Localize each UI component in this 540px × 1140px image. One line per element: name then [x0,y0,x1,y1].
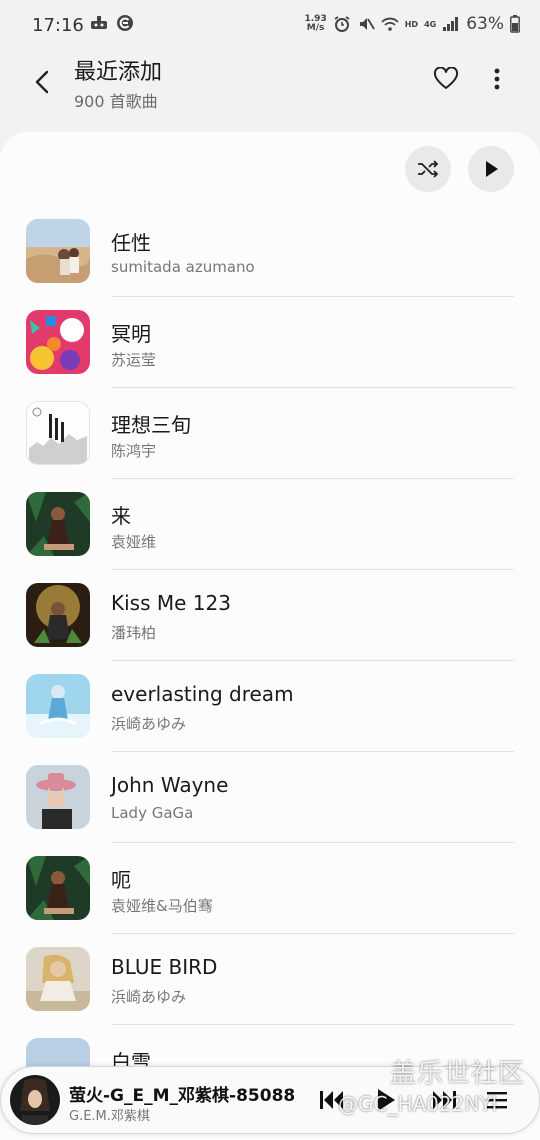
song-list-card: 任性 sumitada azumano 冥明 苏运莹 理想三旬 陈鸿宇 来 袁娅… [0,132,540,1140]
divider [111,478,514,479]
song-artist: 袁娅维 [111,533,157,551]
divider [111,842,514,843]
status-notification-icons [90,14,134,32]
album-art [26,310,90,374]
song-artist: 潘玮柏 [111,624,157,642]
wifi-icon [381,17,399,31]
now-playing-title: 萤火-G_E_M_邓紫棋-85088 [69,1086,294,1106]
network-speed-unit: M/s [306,23,325,33]
battery-icon [510,15,520,33]
song-title: 理想三旬 [111,413,191,437]
album-art [26,856,90,920]
song-artist: 袁娅维&马伯骞 [111,897,213,915]
album-art [26,583,90,647]
song-title: 任性 [111,231,151,255]
game-controller-icon [91,16,107,29]
watermark-community: 盖乐世社区 [390,1059,526,1089]
now-playing-artist: G.E.M.邓紫棋 [69,1109,150,1124]
watermark-user: @GC_HA022NYI [338,1092,498,1116]
status-bar: 17:16 1.93 M/s HD 4G 63% [0,0,540,52]
back-button[interactable] [24,64,60,100]
heart-icon [433,67,459,89]
status-system-icons: 1.93 M/s HD 4G 63% [305,14,521,34]
song-artist: 苏运莹 [111,351,157,369]
song-artist: Lady GaGa [111,804,194,822]
app-logo-icon [117,15,133,31]
signal-icon [443,17,459,31]
song-artist: 浜崎あゆみ [111,988,187,1006]
divider [111,296,514,297]
song-row[interactable]: 任性 sumitada azumano [0,215,540,306]
song-row[interactable]: 冥明 苏运莹 [0,306,540,397]
hd-label: HD [404,19,419,29]
album-art [26,674,90,738]
mini-player-album-art [10,1075,60,1125]
song-row[interactable]: Kiss Me 123 潘玮柏 [0,579,540,670]
song-row[interactable]: John Wayne Lady GaGa [0,761,540,852]
album-art [26,947,90,1011]
divider [111,660,514,661]
mute-icon [359,18,375,30]
network-type-label: 4G [424,19,437,29]
song-title: Kiss Me 123 [111,591,231,615]
song-artist: 陈鸿宇 [111,442,157,460]
song-title: 呃 [111,868,131,892]
battery-percent: 63% [466,14,504,34]
song-title: 来 [111,504,131,528]
more-options-button[interactable] [482,63,512,95]
song-row[interactable]: BLUE BIRD 浜崎あゆみ [0,943,540,1034]
favorite-button[interactable] [430,63,462,95]
divider [111,387,514,388]
shuffle-button[interactable] [405,146,451,192]
play-all-button[interactable] [468,146,514,192]
app-header: 最近添加 900 首歌曲 [0,52,540,122]
divider [111,1024,514,1025]
song-artist: 浜崎あゆみ [111,715,187,733]
more-vertical-icon [494,68,500,90]
back-arrow-icon [35,70,49,94]
song-list: 任性 sumitada azumano 冥明 苏运莹 理想三旬 陈鸿宇 来 袁娅… [0,215,540,1125]
shuffle-icon [418,160,439,178]
song-row[interactable]: 呃 袁娅维&马伯骞 [0,852,540,943]
play-icon [486,161,498,177]
alarm-icon [334,16,350,32]
song-title: everlasting dream [111,682,294,706]
song-title: BLUE BIRD [111,955,218,979]
album-art [26,765,90,829]
song-row[interactable]: everlasting dream 浜崎あゆみ [0,670,540,761]
divider [111,751,514,752]
status-time: 17:16 [32,15,84,36]
song-count: 900 首歌曲 [74,92,158,111]
page-title: 最近添加 [74,60,163,85]
song-title: 冥明 [111,322,151,346]
album-art [26,401,90,465]
album-art [26,219,90,283]
song-row[interactable]: 来 袁娅维 [0,488,540,579]
divider [111,933,514,934]
song-row[interactable]: 理想三旬 陈鸿宇 [0,397,540,488]
divider [111,569,514,570]
album-art [26,492,90,556]
song-artist: sumitada azumano [111,258,255,276]
song-title: John Wayne [111,773,229,797]
network-speed: 1.93 M/s [305,15,327,33]
